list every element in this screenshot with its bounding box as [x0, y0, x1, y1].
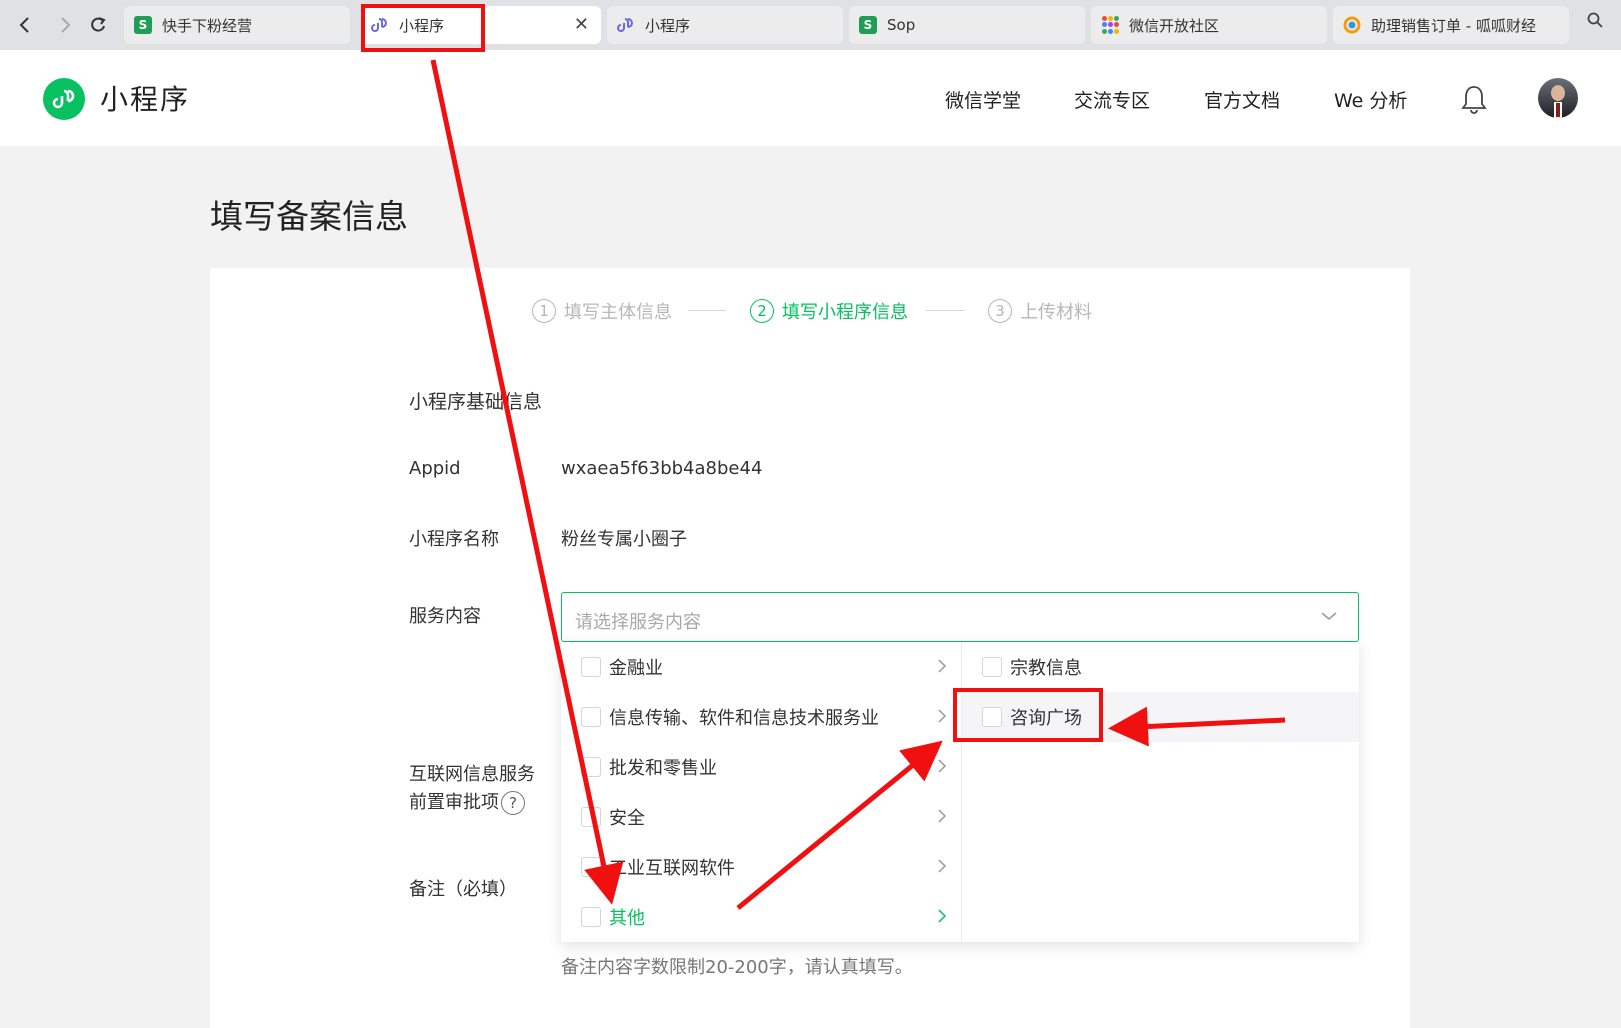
chevron-down-icon: [1320, 607, 1338, 629]
service-cascader: 金融业 信息传输、软件和信息技术服务业 批发和零售业 安全 工业互联网软件 其他: [561, 642, 1359, 942]
browser-tab-4[interactable]: S Sop: [849, 6, 1085, 44]
checkbox[interactable]: [581, 807, 601, 827]
checkbox[interactable]: [581, 707, 601, 727]
reload-icon[interactable]: [85, 12, 111, 38]
cascader-option[interactable]: 批发和零售业: [561, 742, 961, 792]
cascader-option-religion[interactable]: 宗教信息: [962, 642, 1359, 692]
sheet-icon: S: [859, 16, 877, 34]
chevron-right-icon: [937, 708, 947, 729]
browser-tab-2[interactable]: 小程序 ✕: [361, 6, 601, 44]
cascader-level1: 金融业 信息传输、软件和信息技术服务业 批发和零售业 安全 工业互联网软件 其他: [561, 642, 962, 942]
step-2: 2 填写小程序信息: [750, 298, 908, 324]
back-icon[interactable]: [12, 12, 38, 38]
miniprogram-link-icon: [371, 16, 389, 34]
checkbox[interactable]: [982, 707, 1002, 727]
cascader-option[interactable]: 工业互联网软件: [561, 842, 961, 892]
nav-official-docs[interactable]: 官方文档: [1204, 86, 1280, 113]
browser-tab-6[interactable]: 助理销售订单 - 呱呱财经: [1333, 6, 1569, 44]
service-placeholder: 请选择服务内容: [575, 612, 701, 633]
remark-hint: 备注内容字数限制20-200字，请认真填写。: [561, 957, 913, 978]
step-1: 1 填写主体信息: [532, 298, 672, 324]
browser-tab-1[interactable]: S 快手下粉经营: [124, 6, 350, 44]
nav-we-analytics[interactable]: We 分析: [1334, 86, 1407, 113]
checkbox[interactable]: [581, 907, 601, 927]
help-icon[interactable]: ?: [501, 791, 525, 815]
name-value: 粉丝专属小圈子: [561, 529, 687, 550]
section-title: 小程序基础信息: [409, 391, 543, 413]
tab-title: 快手下粉经营: [162, 16, 253, 35]
service-select[interactable]: 请选择服务内容: [561, 592, 1359, 642]
chevron-right-icon: [937, 908, 947, 929]
appid-label: Appid: [409, 458, 461, 479]
cascader-option[interactable]: 安全: [561, 792, 961, 842]
chevron-right-icon: [937, 808, 947, 829]
cascader-option-consult[interactable]: 咨询广场: [962, 692, 1359, 742]
step-divider: [926, 310, 964, 311]
miniprogram-logo-icon[interactable]: [43, 78, 85, 120]
appid-value: wxaea5f63bb4a8be44: [561, 458, 763, 479]
step-3: 3 上传材料: [988, 298, 1092, 324]
app-header: 小程序 微信学堂 交流专区 官方文档 We 分析: [0, 50, 1621, 146]
chevron-right-icon: [937, 758, 947, 779]
page-title: 填写备案信息: [210, 197, 408, 236]
cascader-option[interactable]: 金融业: [561, 642, 961, 692]
nav-community[interactable]: 交流专区: [1074, 86, 1150, 113]
miniprogram-link-icon: [617, 16, 635, 34]
tab-title: 小程序: [645, 16, 691, 35]
rainbow-icon: [1343, 16, 1361, 34]
tab-title: 助理销售订单 - 呱呱财经: [1371, 16, 1536, 35]
browser-tab-bar: S 快手下粉经营 小程序 ✕ 小程序 S Sop 微信开放社区 助理销售订单 -…: [0, 0, 1621, 50]
checkbox[interactable]: [581, 857, 601, 877]
remark-label: 备注（必填）: [409, 879, 517, 900]
cascader-option-other[interactable]: 其他: [561, 892, 961, 942]
avatar[interactable]: [1538, 78, 1578, 118]
browser-tab-3[interactable]: 小程序: [607, 6, 843, 44]
dots-icon: [1101, 16, 1119, 34]
checkbox[interactable]: [982, 657, 1002, 677]
approval-label-line2: 前置审批项?: [409, 788, 525, 815]
search-icon[interactable]: [1575, 12, 1615, 38]
chevron-right-icon: [937, 658, 947, 679]
tab-title: 微信开放社区: [1129, 16, 1220, 35]
close-icon[interactable]: ✕: [574, 14, 589, 35]
step-divider: [688, 310, 726, 311]
service-label: 服务内容: [409, 606, 481, 627]
checkbox[interactable]: [581, 757, 601, 777]
nav-wechat-academy[interactable]: 微信学堂: [945, 86, 1021, 113]
name-label: 小程序名称: [409, 529, 499, 550]
checkbox[interactable]: [581, 657, 601, 677]
sheet-icon: S: [134, 16, 152, 34]
tab-title: Sop: [887, 16, 916, 34]
tab-title: 小程序: [399, 16, 445, 35]
bell-icon[interactable]: [1460, 84, 1488, 114]
forward-icon[interactable]: [52, 12, 78, 38]
approval-label: 互联网信息服务: [409, 764, 535, 785]
chevron-right-icon: [937, 858, 947, 879]
cascader-level2: 宗教信息 咨询广场: [962, 642, 1359, 942]
browser-tab-5[interactable]: 微信开放社区: [1091, 6, 1327, 44]
app-title[interactable]: 小程序: [100, 78, 190, 118]
cascader-option[interactable]: 信息传输、软件和信息技术服务业: [561, 692, 961, 742]
